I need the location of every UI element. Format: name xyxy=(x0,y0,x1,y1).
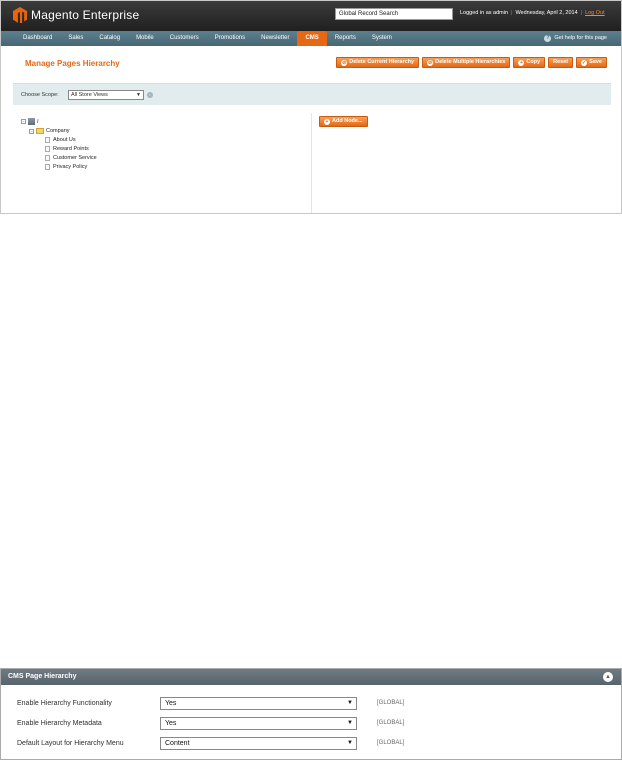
nav-reports[interactable]: Reports xyxy=(327,31,364,46)
config-row-enable-metadata: Enable Hierarchy Metadata Yes ▼ [GLOBAL] xyxy=(1,717,621,731)
logged-in-text: Logged in as admin xyxy=(460,10,509,16)
chevron-down-icon: ▼ xyxy=(347,720,353,726)
chevron-down-icon: ▼ xyxy=(347,700,353,706)
page-title: Manage Pages Hierarchy xyxy=(25,59,120,68)
magento-logo-icon xyxy=(13,7,27,23)
tree-page[interactable]: Reward Points xyxy=(45,146,97,152)
nav-system[interactable]: System xyxy=(364,31,400,46)
info-icon[interactable]: i xyxy=(147,92,153,98)
tree-folder[interactable]: − Company xyxy=(29,128,97,134)
collapse-icon[interactable]: − xyxy=(29,128,34,134)
save-label: Save xyxy=(589,59,602,65)
nav-newsletter[interactable]: Newsletter xyxy=(253,31,297,46)
root-icon xyxy=(28,118,35,125)
logo-text: Magento Enterprise xyxy=(31,8,139,22)
add-icon: + xyxy=(324,118,330,125)
magento-logo[interactable]: Magento Enterprise xyxy=(13,7,139,23)
delete-current-label: Delete Current Hierarchy xyxy=(349,59,415,65)
nav-customers[interactable]: Customers xyxy=(162,31,207,46)
scope-value: All Store Views xyxy=(71,92,108,98)
tree-page[interactable]: About Us xyxy=(45,137,97,143)
tree-folder-label: Company xyxy=(46,128,70,134)
date-text: Wednesday, April 2, 2014 xyxy=(515,10,578,16)
hierarchy-screenshot: Magento Enterprise Global Record Search … xyxy=(0,0,622,214)
config-row-enable-hierarchy: Enable Hierarchy Functionality Yes ▼ [GL… xyxy=(1,697,621,711)
config-title: CMS Page Hierarchy xyxy=(8,673,77,680)
copy-label: Copy xyxy=(526,59,541,65)
help-link[interactable]: ? Get help for this page xyxy=(544,31,607,46)
chevron-down-icon: ▼ xyxy=(136,92,141,98)
scope-tag: [GLOBAL] xyxy=(377,740,405,746)
tree-page[interactable]: Privacy Policy xyxy=(45,164,97,170)
config-label: Enable Hierarchy Functionality xyxy=(17,700,112,707)
copy-icon: + xyxy=(518,59,525,66)
scope-select[interactable]: All Store Views ▼ xyxy=(68,90,144,100)
tree-root-label: / xyxy=(37,118,39,125)
help-icon: ? xyxy=(544,35,552,42)
config-header[interactable]: CMS Page Hierarchy ▲ xyxy=(1,669,621,685)
delete-icon: ⊘ xyxy=(427,59,434,66)
chevron-down-icon: ▼ xyxy=(347,740,353,746)
copy-button[interactable]: + Copy xyxy=(513,57,546,68)
reset-label: Reset xyxy=(553,59,569,65)
default-layout-select[interactable]: Content ▼ xyxy=(160,737,357,750)
scope-bar: Choose Scope: All Store Views ▼ i xyxy=(13,83,611,105)
folder-icon xyxy=(36,128,44,134)
tree-page-label: Privacy Policy xyxy=(53,164,88,170)
reset-button[interactable]: Reset xyxy=(548,57,574,68)
page-icon xyxy=(45,155,50,161)
select-value: Yes xyxy=(165,720,177,727)
collapse-icon[interactable]: − xyxy=(21,119,26,124)
select-value: Yes xyxy=(165,700,177,707)
page-titlebar: Manage Pages Hierarchy ⊘ Delete Current H… xyxy=(1,46,621,72)
nav-mobile[interactable]: Mobile xyxy=(128,31,162,46)
delete-current-hierarchy-button[interactable]: ⊘ Delete Current Hierarchy xyxy=(336,57,420,68)
tree-page-label: Customer Service xyxy=(53,155,97,161)
admin-header: Magento Enterprise Global Record Search … xyxy=(1,1,621,31)
nav-dashboard[interactable]: Dashboard xyxy=(15,31,60,46)
cms-hierarchy-config: CMS Page Hierarchy ▲ Enable Hierarchy Fu… xyxy=(0,668,622,760)
delete-multiple-hierarchies-button[interactable]: ⊘ Delete Multiple Hierarchies xyxy=(422,57,511,68)
logo-brand: Magento xyxy=(31,8,80,22)
tree-page[interactable]: Customer Service xyxy=(45,155,97,161)
page-actions: ⊘ Delete Current Hierarchy ⊘ Delete Multip… xyxy=(336,57,607,68)
save-icon: ✓ xyxy=(581,59,588,66)
enable-hierarchy-select[interactable]: Yes ▼ xyxy=(160,697,357,710)
page-icon xyxy=(45,137,50,143)
delete-icon: ⊘ xyxy=(341,59,348,66)
hierarchy-tree: − / − Company About Us Reward Points Cus… xyxy=(21,118,97,170)
config-label: Default Layout for Hierarchy Menu xyxy=(17,740,124,747)
chevron-up-icon[interactable]: ▲ xyxy=(603,672,613,682)
header-meta: Logged in as admin | Wednesday, April 2, 2… xyxy=(460,10,605,16)
tree-page-label: Reward Points xyxy=(53,146,89,152)
config-row-default-layout: Default Layout for Hierarchy Menu Conten… xyxy=(1,737,621,751)
nav-cms[interactable]: CMS xyxy=(297,31,327,46)
page-icon xyxy=(45,164,50,170)
global-search-input[interactable]: Global Record Search xyxy=(335,8,453,20)
logo-product: Enterprise xyxy=(82,8,140,22)
save-button[interactable]: ✓ Save xyxy=(576,57,607,68)
nav-sales[interactable]: Sales xyxy=(60,31,91,46)
panel-divider xyxy=(311,113,312,213)
nav-promotions[interactable]: Promotions xyxy=(207,31,253,46)
page-icon xyxy=(45,146,50,152)
add-node-label: Add Node... xyxy=(332,118,363,124)
scope-tag: [GLOBAL] xyxy=(377,720,405,726)
add-node-button[interactable]: + Add Node... xyxy=(319,116,368,127)
main-nav: Dashboard Sales Catalog Mobile Customers… xyxy=(1,31,621,46)
select-value: Content xyxy=(165,740,190,747)
tree-page-label: About Us xyxy=(53,137,76,143)
tree-root[interactable]: − / xyxy=(21,118,97,125)
scope-tag: [GLOBAL] xyxy=(377,700,405,706)
logout-link[interactable]: Log Out xyxy=(585,10,605,16)
config-label: Enable Hierarchy Metadata xyxy=(17,720,102,727)
enable-metadata-select[interactable]: Yes ▼ xyxy=(160,717,357,730)
help-text: Get help for this page xyxy=(554,35,607,41)
scope-label: Choose Scope: xyxy=(21,92,59,98)
nav-catalog[interactable]: Catalog xyxy=(91,31,128,46)
delete-multiple-label: Delete Multiple Hierarchies xyxy=(435,59,506,65)
